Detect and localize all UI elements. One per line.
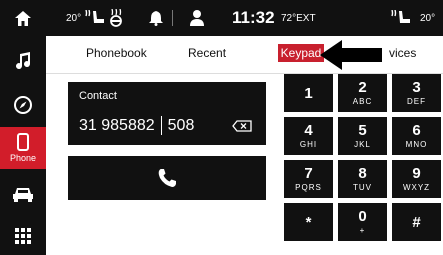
arrow-pointer-icon	[320, 40, 382, 70]
key-2[interactable]: 2 ABC	[338, 74, 387, 112]
exterior-temperature: 72°EXT	[281, 12, 316, 24]
apps-grid-icon	[15, 228, 31, 244]
status-bar: 20° 11:32 72°EXT 20°	[46, 0, 443, 36]
smartphone-icon	[17, 133, 29, 151]
key-3[interactable]: 3 DEF	[392, 74, 441, 112]
navigation-button[interactable]	[0, 86, 46, 124]
car-icon	[13, 188, 33, 202]
left-temperature[interactable]: 20°	[66, 0, 81, 36]
home-button[interactable]	[0, 0, 46, 36]
clock: 11:32	[232, 8, 275, 27]
dial-display: Contact 31 985882 508	[68, 82, 266, 145]
steering-wheel-heat-icon[interactable]	[108, 0, 126, 36]
tab-phonebook[interactable]: Phonebook	[86, 46, 147, 60]
key-4[interactable]: 4 GHI	[284, 117, 333, 155]
key-star[interactable]: *	[284, 203, 333, 241]
tab-services[interactable]: vices	[389, 46, 416, 60]
heated-seat-right-icon[interactable]	[390, 0, 412, 36]
number-extension: 508	[167, 116, 195, 134]
key-1[interactable]: 1	[284, 74, 333, 112]
key-8[interactable]: 8 TUV	[338, 160, 387, 198]
right-temperature[interactable]: 20°	[420, 0, 435, 36]
text-cursor	[160, 116, 162, 135]
divider	[172, 0, 173, 36]
user-profile-icon[interactable]	[190, 0, 204, 36]
call-button[interactable]	[68, 156, 266, 200]
phone-handset-icon	[158, 169, 176, 187]
vehicle-button[interactable]	[0, 176, 46, 212]
keypad: 1 2 ABC 3 DEF 4 GHI 5 JKL 6 MNO 7 PQRS 8 TUV 9W…	[284, 74, 441, 246]
music-button[interactable]	[0, 42, 46, 78]
compass-icon	[14, 96, 32, 114]
heated-seat-icon[interactable]	[84, 0, 106, 36]
key-5[interactable]: 5 JKL	[338, 117, 387, 155]
sidebar-item-label: Phone	[9, 153, 37, 163]
apps-button[interactable]	[0, 218, 46, 254]
number-main: 31 985882	[79, 116, 155, 134]
key-9[interactable]: 9 WXYZ	[392, 160, 441, 198]
tab-recent[interactable]: Recent	[188, 46, 226, 60]
tab-bar: Phonebook Recent Keypad vices	[46, 36, 443, 74]
key-0[interactable]: 0 +	[338, 203, 387, 241]
keypad-screen: Contact 31 985882 508 1 2 ABC 3 DEF 4 GHI 5…	[46, 74, 443, 255]
sidebar: Phone	[0, 0, 46, 255]
key-hash[interactable]: #	[392, 203, 441, 241]
notification-bell-icon[interactable]	[149, 0, 163, 36]
contact-label: Contact	[79, 90, 117, 102]
key-6[interactable]: 6 MNO	[392, 117, 441, 155]
home-icon	[15, 10, 31, 26]
key-7[interactable]: 7 PQRS	[284, 160, 333, 198]
music-note-icon	[16, 51, 31, 69]
sidebar-item-phone[interactable]: Phone	[0, 127, 46, 169]
tab-keypad[interactable]: Keypad	[278, 44, 324, 62]
backspace-icon[interactable]	[232, 120, 252, 132]
dialed-number[interactable]: 31 985882 508	[79, 116, 194, 135]
